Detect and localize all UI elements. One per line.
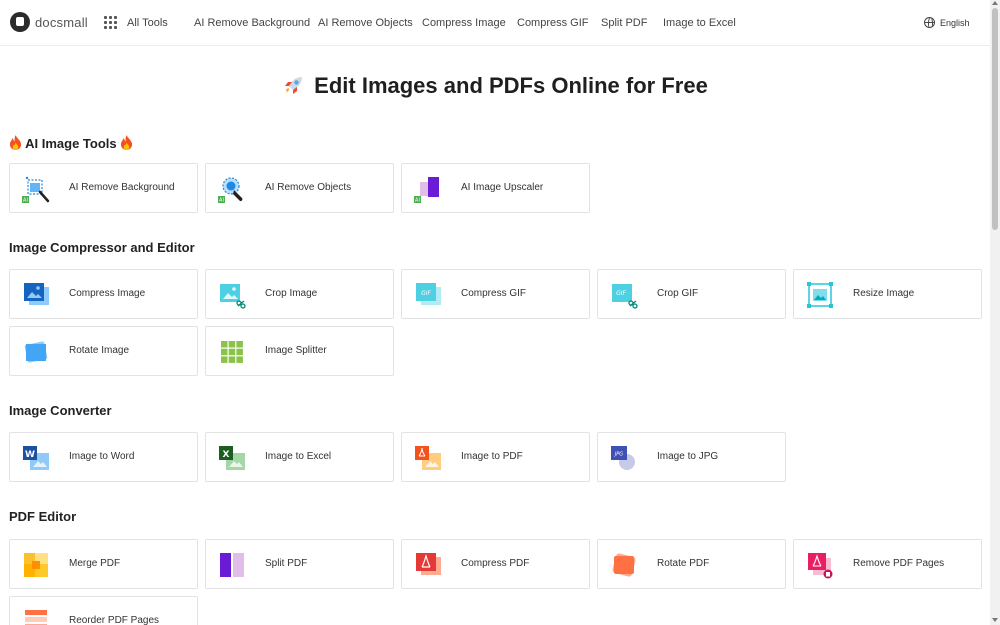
tool-card-compress-gif[interactable]: GIF Compress GIF bbox=[401, 269, 590, 319]
reorder-pdf-pages-icon bbox=[25, 610, 47, 625]
gif-text: GIF bbox=[421, 290, 431, 297]
tool-label: Reorder PDF Pages bbox=[69, 615, 160, 625]
nav-ai-remove-background[interactable]: AI Remove Background bbox=[194, 17, 310, 29]
scroll-down-arrow-icon[interactable] bbox=[992, 618, 998, 622]
all-tools-menu[interactable]: All Tools bbox=[104, 16, 168, 29]
ai-image-upscaler-icon: AI bbox=[414, 177, 439, 204]
fire-icon bbox=[121, 135, 133, 150]
tool-card-image-splitter[interactable]: Image Splitter bbox=[205, 326, 394, 376]
tool-card-crop-image[interactable]: Crop Image bbox=[205, 269, 394, 319]
section-title-image-converter: Image Converter bbox=[9, 403, 112, 418]
tool-card-crop-gif[interactable]: GIF Crop GIF bbox=[597, 269, 786, 319]
jpg-text: JPG bbox=[614, 452, 623, 458]
logo-text: docsmall bbox=[35, 14, 88, 30]
tool-card-image-to-excel[interactable]: X Image to Excel bbox=[205, 432, 394, 482]
image-to-pdf-icon bbox=[415, 446, 441, 470]
tool-label: Resize Image bbox=[853, 288, 915, 299]
tool-label: Image to Word bbox=[69, 451, 135, 462]
tool-card-ai-remove-background[interactable]: AI AI Remove Background bbox=[9, 163, 198, 213]
tool-card-reorder-pdf-pages[interactable]: Reorder PDF Pages bbox=[9, 596, 198, 625]
ai-badge-text: AI bbox=[415, 198, 420, 204]
page-title: Edit Images and PDFs Online for Free bbox=[0, 73, 990, 99]
page-scrollbar[interactable] bbox=[990, 0, 1000, 625]
section-title-text: AI Image Tools bbox=[25, 136, 117, 151]
fire-icon bbox=[9, 135, 22, 150]
rotate-pdf-icon bbox=[612, 553, 636, 577]
tool-label: Compress PDF bbox=[461, 558, 530, 569]
tool-label: Image Splitter bbox=[265, 345, 327, 356]
remove-pdf-pages-icon bbox=[808, 553, 833, 579]
image-to-jpg-icon: JPG bbox=[611, 446, 635, 470]
tool-label: Image to JPG bbox=[657, 451, 719, 462]
tool-label: Merge PDF bbox=[69, 558, 121, 569]
ai-badge-text: AI bbox=[23, 198, 28, 204]
tool-label: Image to PDF bbox=[461, 451, 523, 462]
tool-label: Crop GIF bbox=[657, 288, 699, 299]
excel-icon: X bbox=[219, 446, 245, 470]
scroll-thumb[interactable] bbox=[992, 8, 998, 230]
tool-card-ai-image-upscaler[interactable]: AI AI Image Upscaler bbox=[401, 163, 590, 213]
tool-card-rotate-pdf[interactable]: Rotate PDF bbox=[597, 539, 786, 589]
tool-card-image-to-jpg[interactable]: JPG Image to JPG bbox=[597, 432, 786, 482]
top-nav-bar: docsmall All Tools AI Remove Background … bbox=[0, 0, 990, 46]
nav-compress-image[interactable]: Compress Image bbox=[422, 17, 506, 29]
gif-text: GIF bbox=[616, 290, 626, 297]
tool-card-compress-image[interactable]: Compress Image bbox=[9, 269, 198, 319]
tool-label: Rotate Image bbox=[69, 345, 130, 356]
tool-label: Split PDF bbox=[265, 558, 308, 569]
image-splitter-icon bbox=[221, 341, 243, 363]
nav-image-to-excel[interactable]: Image to Excel bbox=[663, 17, 736, 29]
tool-card-ai-remove-objects[interactable]: AI AI Remove Objects bbox=[205, 163, 394, 213]
tool-card-image-to-word[interactable]: W Image to Word bbox=[9, 432, 198, 482]
logo[interactable]: docsmall bbox=[10, 12, 88, 32]
compress-image-icon bbox=[24, 283, 49, 305]
compress-pdf-icon bbox=[416, 553, 441, 575]
nav-split-pdf[interactable]: Split PDF bbox=[601, 17, 647, 29]
tool-card-merge-pdf[interactable]: Merge PDF bbox=[9, 539, 198, 589]
tool-card-split-pdf[interactable]: Split PDF bbox=[205, 539, 394, 589]
tool-card-compress-pdf[interactable]: Compress PDF bbox=[401, 539, 590, 589]
tool-label: Compress GIF bbox=[461, 288, 527, 299]
logo-icon bbox=[10, 12, 30, 32]
page-title-text: Edit Images and PDFs Online for Free bbox=[314, 73, 708, 98]
tool-label: AI Remove Background bbox=[69, 182, 175, 193]
tool-label: Compress Image bbox=[69, 288, 146, 299]
word-letter: W bbox=[25, 450, 35, 460]
word-icon: W bbox=[23, 446, 49, 470]
language-label: English bbox=[940, 17, 970, 28]
resize-image-icon bbox=[807, 282, 833, 308]
crop-gif-icon: GIF bbox=[612, 284, 638, 309]
scroll-up-arrow-icon[interactable] bbox=[992, 1, 998, 5]
tool-label: Image to Excel bbox=[265, 451, 332, 462]
tool-label: Rotate PDF bbox=[657, 558, 710, 569]
tool-label: AI Image Upscaler bbox=[461, 182, 544, 193]
nav-ai-remove-objects[interactable]: AI Remove Objects bbox=[318, 17, 413, 29]
section-title-image-compressor-and-editor: Image Compressor and Editor bbox=[9, 240, 195, 255]
tool-label: AI Remove Objects bbox=[265, 182, 352, 193]
split-pdf-icon bbox=[220, 552, 244, 578]
crop-image-icon bbox=[220, 284, 246, 309]
tool-card-remove-pdf-pages[interactable]: Remove PDF Pages bbox=[793, 539, 982, 589]
tool-card-rotate-image[interactable]: Rotate Image bbox=[9, 326, 198, 376]
excel-letter: X bbox=[223, 450, 230, 460]
rotate-image-icon bbox=[24, 341, 48, 363]
section-title-pdf-editor: PDF Editor bbox=[9, 509, 77, 524]
tool-label: Remove PDF Pages bbox=[853, 558, 945, 569]
nav-compress-gif[interactable]: Compress GIF bbox=[517, 17, 589, 29]
language-selector[interactable]: English bbox=[924, 17, 970, 28]
tool-card-image-to-pdf[interactable]: Image to PDF bbox=[401, 432, 590, 482]
all-tools-label: All Tools bbox=[127, 16, 168, 29]
ai-badge-text: AI bbox=[219, 198, 224, 204]
tool-label: Crop Image bbox=[265, 288, 318, 299]
globe-icon bbox=[924, 17, 935, 28]
tool-card-resize-image[interactable]: Resize Image bbox=[793, 269, 982, 319]
ai-remove-objects-icon: AI bbox=[218, 177, 243, 204]
ai-remove-background-icon: AI bbox=[22, 176, 50, 204]
grid-icon bbox=[104, 16, 117, 29]
merge-pdf-icon bbox=[24, 553, 48, 577]
rocket-icon bbox=[285, 77, 303, 94]
compress-gif-icon: GIF bbox=[416, 283, 441, 305]
section-title-ai-image-tools: AI Image Tools bbox=[9, 135, 133, 151]
